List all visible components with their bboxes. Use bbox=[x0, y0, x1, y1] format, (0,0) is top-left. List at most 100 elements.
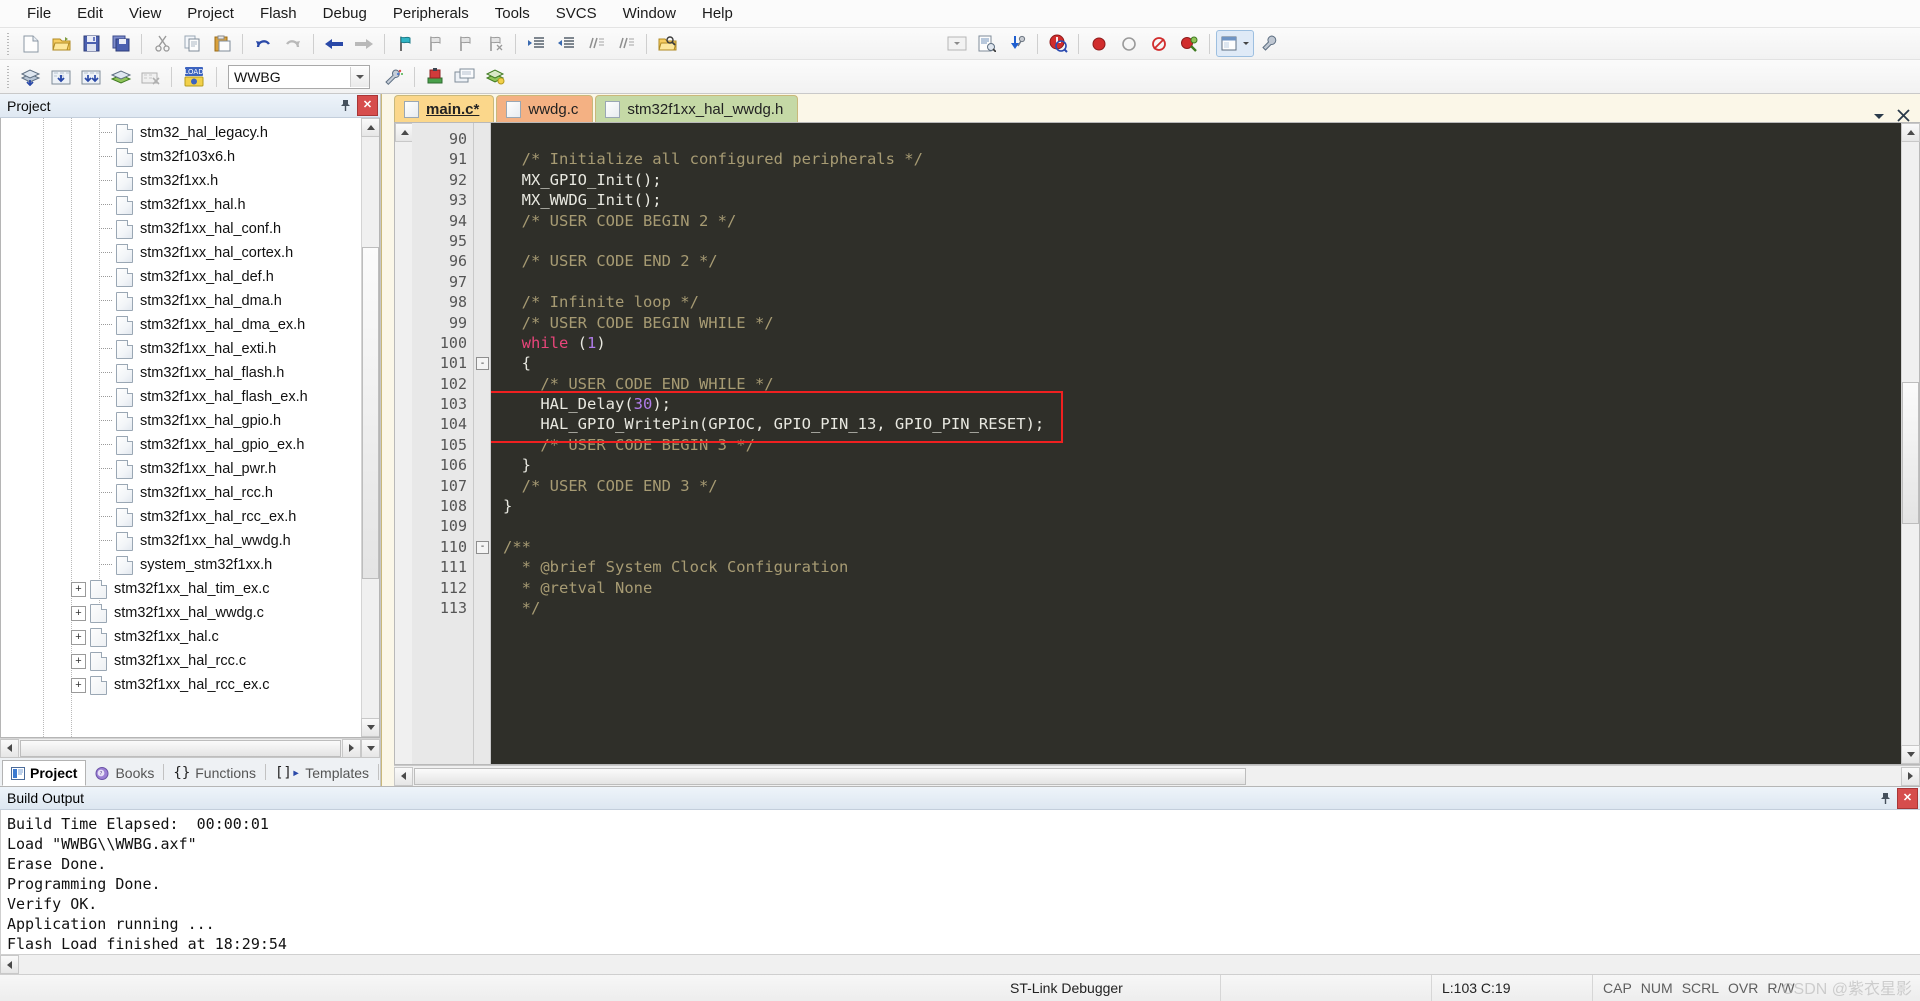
tree-item[interactable]: stm32f1xx_hal.h bbox=[1, 193, 361, 217]
tree-item[interactable]: + stm32f1xx_hal_tim_ex.c bbox=[1, 577, 361, 601]
redo-icon[interactable] bbox=[279, 30, 307, 57]
tree-item[interactable]: stm32f1xx_hal_wwdg.h bbox=[1, 529, 361, 553]
tree-expander[interactable]: + bbox=[71, 605, 86, 621]
tree-item[interactable]: stm32f1xx_hal_flash_ex.h bbox=[1, 385, 361, 409]
manage-windows-icon[interactable] bbox=[1216, 30, 1254, 57]
menu-edit[interactable]: Edit bbox=[64, 3, 116, 24]
tree-item[interactable]: + stm32f1xx_hal_rcc.c bbox=[1, 649, 361, 673]
debug-settings-icon[interactable] bbox=[1003, 30, 1031, 57]
tree-item[interactable]: stm32f1xx_hal_flash.h bbox=[1, 361, 361, 385]
fold-cell[interactable]: - bbox=[474, 537, 490, 557]
project-tree-hscrollbar[interactable] bbox=[0, 738, 380, 758]
new-file-icon[interactable] bbox=[17, 30, 45, 57]
tree-expander[interactable]: + bbox=[71, 581, 86, 597]
code-text[interactable]: /* Initialize all configured peripherals… bbox=[491, 123, 1901, 764]
editor-tab-main-c[interactable]: main.c* bbox=[394, 95, 495, 122]
tab-project[interactable]: Project bbox=[2, 760, 87, 786]
tree-item[interactable]: stm32f1xx_hal_cortex.h bbox=[1, 241, 361, 265]
target-selector[interactable]: WWBG bbox=[228, 64, 370, 89]
menu-peripherals[interactable]: Peripherals bbox=[380, 3, 482, 24]
build-icon[interactable] bbox=[47, 63, 75, 90]
disable-all-breakpoints-icon[interactable] bbox=[1175, 30, 1203, 57]
translate-icon[interactable] bbox=[17, 63, 45, 90]
project-tree[interactable]: stm32_hal_legacy.h stm32f103x6.h stm32f1xx… bbox=[1, 118, 361, 737]
fold-toggle-icon[interactable]: - bbox=[476, 540, 489, 554]
menu-help[interactable]: Help bbox=[689, 3, 746, 24]
build-output-hscrollbar[interactable] bbox=[0, 954, 1920, 974]
bookmark-next-icon[interactable] bbox=[451, 30, 479, 57]
tree-item[interactable]: system_stm32f1xx.h bbox=[1, 553, 361, 577]
tree-item[interactable]: stm32f1xx_hal_def.h bbox=[1, 265, 361, 289]
pin-icon[interactable] bbox=[1876, 789, 1895, 808]
tree-expander[interactable]: + bbox=[71, 629, 86, 645]
build-output-log[interactable]: Build Time Elapsed: 00:00:01 Load "WWBG\… bbox=[0, 810, 1920, 954]
undo-icon[interactable] bbox=[249, 30, 277, 57]
find-in-files-icon[interactable] bbox=[653, 30, 681, 57]
tree-item[interactable]: stm32f103x6.h bbox=[1, 145, 361, 169]
manage-runtime-icon[interactable] bbox=[380, 63, 408, 90]
tree-item[interactable]: stm32f1xx_hal_exti.h bbox=[1, 337, 361, 361]
build-scroll-left-button[interactable] bbox=[0, 955, 19, 974]
menu-window[interactable]: Window bbox=[610, 3, 689, 24]
tree-item[interactable]: + stm32f1xx_hal_rcc_ex.c bbox=[1, 673, 361, 697]
fold-toggle-icon[interactable]: - bbox=[476, 357, 489, 371]
stop-build-icon[interactable] bbox=[137, 63, 165, 90]
tree-item[interactable]: stm32f1xx_hal_gpio.h bbox=[1, 409, 361, 433]
editor-tab-wwdg-c[interactable]: wwdg.c bbox=[496, 95, 594, 122]
download-icon[interactable]: LOAD bbox=[178, 63, 210, 90]
configure-icon[interactable] bbox=[1256, 30, 1284, 57]
rebuild-icon[interactable] bbox=[77, 63, 105, 90]
insert-breakpoint-icon[interactable] bbox=[1085, 30, 1113, 57]
indent-right-icon[interactable] bbox=[522, 30, 550, 57]
start-debug-icon[interactable] bbox=[1044, 30, 1072, 57]
target-options-icon[interactable] bbox=[421, 63, 449, 90]
pin-icon[interactable] bbox=[336, 96, 355, 115]
close-tab-icon[interactable] bbox=[1897, 109, 1910, 122]
navigate-back-icon[interactable] bbox=[320, 30, 348, 57]
scroll-down-button[interactable] bbox=[361, 718, 379, 737]
menu-debug[interactable]: Debug bbox=[310, 3, 380, 24]
editor-vscrollbar[interactable] bbox=[1901, 123, 1920, 764]
tab-functions[interactable]: {} Functions bbox=[164, 760, 265, 786]
menu-project[interactable]: Project bbox=[174, 3, 247, 24]
uncomment-icon[interactable] bbox=[612, 30, 640, 57]
tree-item[interactable]: + stm32f1xx_hal.c bbox=[1, 625, 361, 649]
open-file-icon[interactable] bbox=[47, 30, 75, 57]
disable-breakpoint-icon[interactable] bbox=[1115, 30, 1143, 57]
chevron-down-icon[interactable] bbox=[1873, 111, 1885, 121]
comment-icon[interactable] bbox=[582, 30, 610, 57]
kill-breakpoints-icon[interactable] bbox=[1145, 30, 1173, 57]
batch-build-icon[interactable] bbox=[107, 63, 135, 90]
scroll-menu-button[interactable] bbox=[361, 738, 380, 758]
copy-icon[interactable] bbox=[178, 30, 206, 57]
fold-cell[interactable]: - bbox=[474, 353, 490, 373]
save-icon[interactable] bbox=[77, 30, 105, 57]
scroll-right-button[interactable] bbox=[342, 738, 361, 758]
tree-item[interactable]: stm32f1xx_hal_gpio_ex.h bbox=[1, 433, 361, 457]
dropdown-arrow-icon[interactable] bbox=[943, 30, 971, 57]
editor-scroll-down-button[interactable] bbox=[1901, 745, 1920, 764]
menu-view[interactable]: View bbox=[116, 3, 174, 24]
tree-item[interactable]: stm32f1xx_hal_pwr.h bbox=[1, 457, 361, 481]
editor-scroll-right-button[interactable] bbox=[1901, 766, 1920, 786]
scroll-up-button[interactable] bbox=[361, 118, 379, 137]
multi-project-icon[interactable] bbox=[451, 63, 479, 90]
tree-item[interactable]: + stm32f1xx_hal_wwdg.c bbox=[1, 601, 361, 625]
code-surface[interactable]: 90 91 92 93 94 95 96 97 98 99 100 101 102 103 104 105 10… bbox=[412, 123, 1901, 764]
menu-file[interactable]: File bbox=[14, 3, 64, 24]
tree-expander[interactable]: + bbox=[71, 653, 86, 669]
pack-installer-icon[interactable] bbox=[481, 63, 509, 90]
bookmark-prev-icon[interactable] bbox=[421, 30, 449, 57]
navigate-forward-icon[interactable] bbox=[350, 30, 378, 57]
save-all-icon[interactable] bbox=[107, 30, 135, 57]
editor-scroll-up-button[interactable] bbox=[1901, 123, 1920, 142]
menu-flash[interactable]: Flash bbox=[247, 3, 310, 24]
editor-scroll-thumb[interactable] bbox=[1902, 382, 1919, 524]
editor-hscrollbar[interactable] bbox=[394, 765, 1920, 786]
bookmark-clear-icon[interactable] bbox=[481, 30, 509, 57]
code-folding-column[interactable]: -- bbox=[474, 123, 491, 764]
toolbar-grip[interactable] bbox=[4, 32, 13, 55]
tree-item[interactable]: stm32f1xx_hal_rcc_ex.h bbox=[1, 505, 361, 529]
editor-scroll-left-button[interactable] bbox=[394, 766, 413, 786]
project-tree-vscrollbar[interactable] bbox=[361, 118, 379, 737]
